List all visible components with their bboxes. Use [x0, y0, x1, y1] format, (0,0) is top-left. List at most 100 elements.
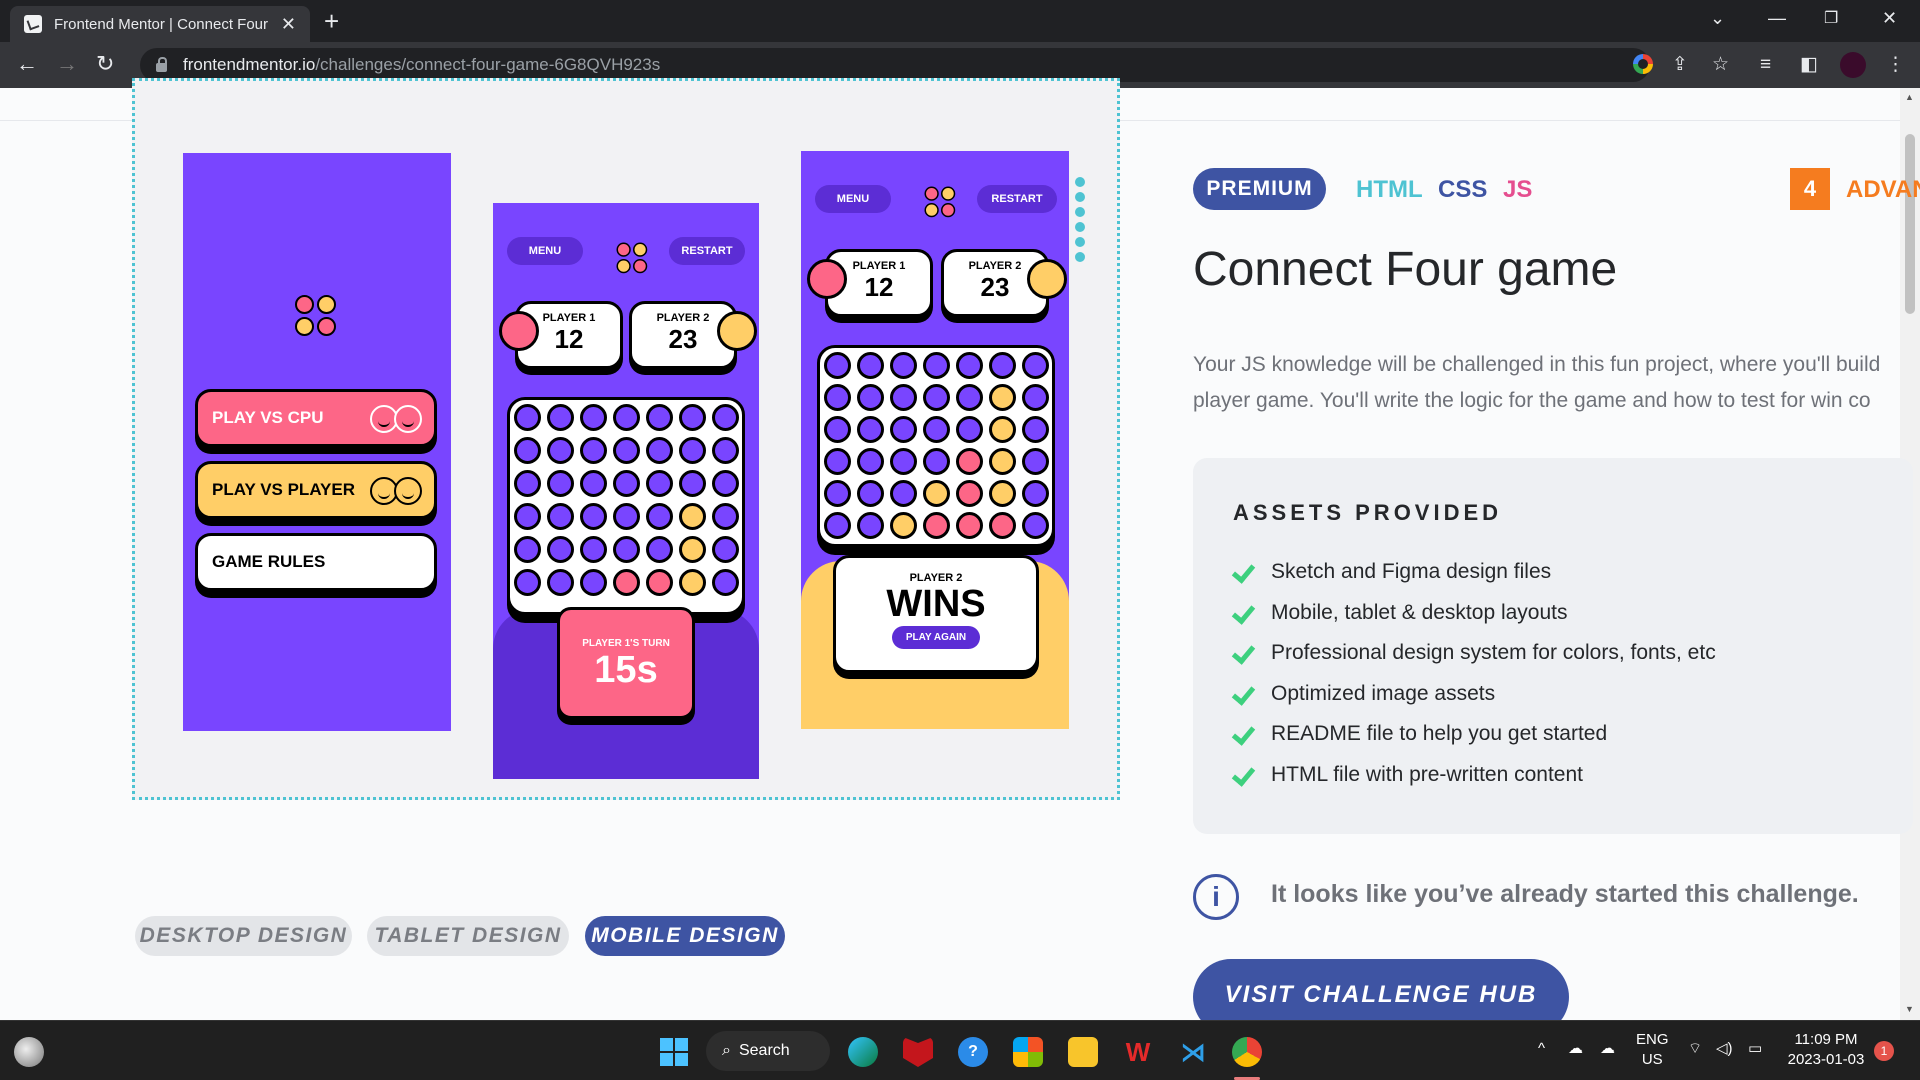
game-rules-label: GAME RULES: [212, 552, 326, 571]
address-bar[interactable]: frontendmentor.io /challenges/connect-fo…: [140, 48, 1650, 82]
board-disc: [679, 470, 706, 497]
board-disc: [857, 416, 884, 443]
board-disc: [989, 352, 1016, 379]
bookmark-star-icon[interactable]: ☆: [1712, 54, 1729, 76]
vscode-icon[interactable]: ⋊: [1178, 1037, 1208, 1067]
board-disc: [989, 448, 1016, 475]
scroll-thumb[interactable]: [1905, 134, 1915, 314]
window-close-icon[interactable]: ✕: [1882, 8, 1897, 29]
board-disc: [923, 416, 950, 443]
play-vs-player-label: PLAY VS PLAYER: [212, 480, 355, 499]
lock-icon: [156, 56, 167, 72]
back-icon[interactable]: ←: [16, 50, 38, 78]
tablet-design-tab[interactable]: TABLET DESIGN: [367, 916, 569, 956]
profile-avatar[interactable]: [1840, 52, 1866, 78]
game-board: [817, 345, 1055, 547]
check-icon: [1231, 723, 1253, 745]
js-tag: JS: [1503, 176, 1533, 203]
board-disc: [613, 437, 640, 464]
difficulty-level: 4: [1790, 168, 1830, 210]
restart-button-mock: RESTART: [669, 237, 745, 265]
file-explorer-icon[interactable]: [1068, 1037, 1098, 1067]
board-disc: [646, 404, 673, 431]
board-disc: [1022, 448, 1049, 475]
board-disc: [956, 448, 983, 475]
onedrive-icon[interactable]: ☁: [1600, 1039, 1615, 1059]
assets-panel: ASSETS PROVIDED Sketch and Figma design …: [1193, 458, 1913, 834]
board-disc: [824, 448, 851, 475]
new-tab-icon[interactable]: +: [324, 6, 339, 36]
asset-label: Sketch and Figma design files: [1271, 560, 1552, 583]
url-host: frontendmentor.io: [183, 55, 316, 74]
side-panel-icon[interactable]: ◧: [1800, 54, 1818, 76]
board-disc: [580, 503, 607, 530]
board-disc: [956, 352, 983, 379]
forward-icon[interactable]: →: [56, 50, 78, 78]
tab-search-icon[interactable]: ⌄: [1710, 8, 1725, 29]
region-label: US: [1641, 1051, 1663, 1068]
started-notice: It looks like you’ve already started thi…: [1271, 880, 1859, 908]
board-disc: [857, 352, 884, 379]
notification-badge[interactable]: 1: [1874, 1041, 1894, 1061]
board-disc: [646, 536, 673, 563]
browser-tab[interactable]: Frontend Mentor | Connect Four ✕: [10, 6, 310, 42]
turn-label: PLAYER 1'S TURN: [582, 638, 670, 649]
wifi-icon[interactable]: ⌔: [1688, 1039, 1702, 1059]
share-icon[interactable]: ⇪: [1672, 54, 1688, 76]
board-disc: [580, 404, 607, 431]
clock[interactable]: 11:09 PM 2023-01-03: [1786, 1030, 1866, 1070]
scroll-up-icon[interactable]: ▲: [1905, 92, 1914, 102]
board-disc: [547, 470, 574, 497]
volume-icon[interactable]: ◁): [1716, 1039, 1733, 1059]
board-disc: [956, 480, 983, 507]
help-icon[interactable]: ?: [958, 1037, 988, 1067]
board-disc: [890, 512, 917, 539]
show-hidden-icons-icon[interactable]: ^: [1538, 1039, 1545, 1059]
winner-card: PLAYER 2 WINS PLAY AGAIN: [833, 555, 1039, 673]
board-disc: [514, 470, 541, 497]
board-disc: [580, 536, 607, 563]
asset-item: Mobile, tablet & desktop layouts: [1231, 601, 1568, 625]
media-control-icon[interactable]: ≡: [1760, 54, 1771, 76]
cloud-drive-icon[interactable]: ☁: [1568, 1039, 1583, 1059]
board-disc: [923, 352, 950, 379]
edge-icon[interactable]: [848, 1037, 878, 1067]
weather-icon[interactable]: [14, 1037, 44, 1067]
board-disc: [824, 352, 851, 379]
asset-label: Professional design system for colors, f…: [1271, 641, 1716, 664]
scroll-down-icon[interactable]: ▼: [1905, 1004, 1914, 1014]
board-disc: [646, 470, 673, 497]
battery-icon[interactable]: ▭: [1748, 1039, 1762, 1059]
menu-button-mock: MENU: [815, 185, 891, 213]
desktop-design-tab[interactable]: DESKTOP DESIGN: [135, 916, 352, 956]
close-tab-icon[interactable]: ✕: [281, 14, 296, 35]
asset-item: README file to help you get started: [1231, 722, 1607, 746]
mcafee-icon[interactable]: [903, 1037, 933, 1067]
board-disc: [613, 569, 640, 596]
restore-icon[interactable]: ❐: [1824, 8, 1838, 28]
board-disc: [514, 569, 541, 596]
reload-icon[interactable]: ↻: [96, 50, 114, 78]
asset-item: HTML file with pre-written content: [1231, 763, 1583, 787]
minimize-icon[interactable]: —: [1768, 8, 1786, 29]
board-disc: [857, 448, 884, 475]
mobile-design-tab[interactable]: MOBILE DESIGN: [585, 916, 785, 956]
wps-office-icon[interactable]: W: [1123, 1037, 1153, 1067]
chrome-icon[interactable]: [1232, 1037, 1262, 1067]
board-disc: [1022, 352, 1049, 379]
game-board: [507, 397, 745, 615]
start-icon[interactable]: [660, 1038, 688, 1066]
more-menu-icon[interactable]: ⋮: [1886, 54, 1905, 76]
store-icon[interactable]: [1013, 1037, 1043, 1067]
player1-avatar-icon: [499, 311, 539, 351]
player-player-icon: [370, 477, 422, 505]
board-disc: [989, 512, 1016, 539]
taskbar-search[interactable]: ⌕ Search: [706, 1031, 830, 1071]
language-label: ENG: [1636, 1031, 1669, 1048]
board-disc: [989, 416, 1016, 443]
wins-text: WINS: [886, 583, 986, 625]
play-vs-player-button: PLAY VS PLAYER: [195, 461, 437, 519]
google-lens-icon[interactable]: [1633, 54, 1653, 74]
board-disc: [712, 536, 739, 563]
language-indicator[interactable]: ENG US: [1636, 1030, 1669, 1070]
